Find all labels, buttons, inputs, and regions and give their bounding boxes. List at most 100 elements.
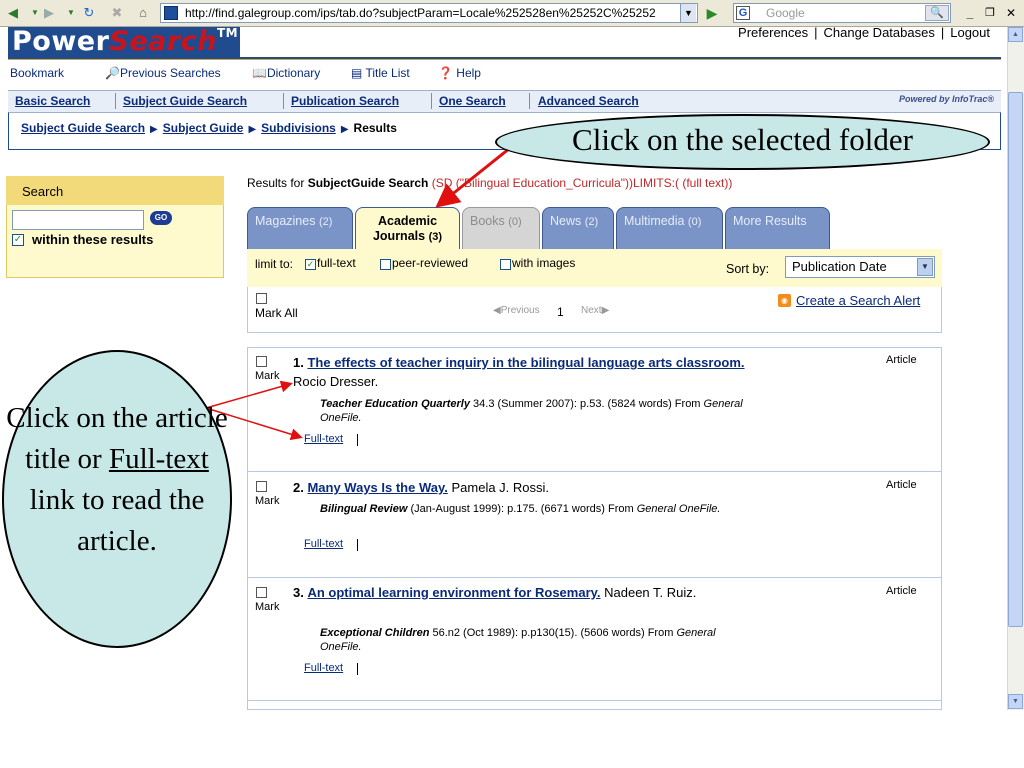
- help-link[interactable]: ❓ Help: [438, 66, 481, 80]
- minimize-icon[interactable]: _: [962, 5, 978, 21]
- row-divider: [248, 700, 941, 701]
- search-within-input[interactable]: [12, 210, 144, 230]
- with-images-checkbox[interactable]: [500, 259, 511, 270]
- magnifier-icon: 🔎: [105, 66, 120, 80]
- result-citation: Exceptional Children 56.n2 (Oct 1989): p…: [320, 627, 716, 653]
- google-search-placeholder: Google: [766, 6, 805, 20]
- result-type: Article: [886, 585, 917, 597]
- breadcrumb-subject-guide-search[interactable]: Subject Guide Search: [21, 121, 145, 135]
- bookmark-link[interactable]: Bookmark: [10, 66, 64, 80]
- close-icon[interactable]: ✕: [1003, 5, 1019, 21]
- home-icon[interactable]: ⌂: [134, 4, 152, 22]
- chevron-down-icon[interactable]: ▼: [917, 258, 933, 276]
- within-results-checkbox[interactable]: ✓: [12, 234, 24, 246]
- breadcrumb-arrow-icon: ▶: [248, 124, 257, 135]
- powered-by-infotrac: Powered by InfoTrac®: [899, 94, 994, 104]
- breadcrumb-subject-guide[interactable]: Subject Guide: [163, 121, 244, 135]
- arrow-left-icon: ◀: [493, 305, 501, 316]
- previous-searches-link[interactable]: 🔎Previous Searches: [105, 66, 221, 80]
- tab-magazines[interactable]: Magazines (2): [247, 207, 353, 249]
- link-divider: [357, 663, 358, 675]
- mark-all-label: Mark All: [255, 306, 298, 320]
- list-item: 3. An optimal learning environment for R…: [293, 585, 697, 600]
- mark-label: Mark: [255, 601, 280, 613]
- stop-icon[interactable]: ✖: [108, 4, 126, 22]
- address-dropdown-icon[interactable]: ▼: [680, 4, 696, 22]
- with-images-label: with images: [512, 256, 576, 270]
- page-number: 1: [557, 305, 564, 319]
- subject-guide-search-link[interactable]: Subject Guide Search: [123, 94, 247, 108]
- header-links: Preferences | Change Databases | Logout: [738, 25, 990, 40]
- advanced-search-link[interactable]: Advanced Search: [538, 94, 639, 108]
- book-icon: 📖: [252, 66, 267, 80]
- back-icon[interactable]: ◀: [4, 4, 22, 22]
- create-search-alert-link[interactable]: Create a Search Alert: [796, 293, 920, 308]
- article-title-link[interactable]: Many Ways Is the Way.: [307, 480, 447, 495]
- mark-checkbox[interactable]: [256, 481, 267, 492]
- tab-separator: [529, 93, 530, 109]
- scroll-down-icon[interactable]: ▼: [1008, 694, 1023, 709]
- breadcrumb-subdivisions[interactable]: Subdivisions: [261, 121, 336, 135]
- scrollbar-thumb[interactable]: [1008, 92, 1023, 627]
- basic-search-link[interactable]: Basic Search: [15, 94, 90, 108]
- results-for-line: Results for SubjectGuide Search (SD ("Bi…: [247, 176, 733, 190]
- refresh-icon[interactable]: ↻: [80, 4, 98, 22]
- within-results-label: within these results: [32, 232, 154, 247]
- full-text-checkbox[interactable]: ✓: [305, 259, 316, 270]
- row-divider: [248, 471, 941, 472]
- breadcrumb-arrow-icon: ▶: [150, 124, 158, 135]
- tab-more-results[interactable]: More Results: [725, 207, 830, 249]
- list-item: 2. Many Ways Is the Way. Pamela J. Rossi…: [293, 480, 550, 495]
- forward-dropdown-icon[interactable]: ▼: [62, 4, 80, 22]
- breadcrumb-arrow-icon: ▶: [340, 124, 349, 135]
- one-search-link[interactable]: One Search: [439, 94, 506, 108]
- link-divider: [357, 539, 358, 551]
- peer-reviewed-label: peer-reviewed: [392, 256, 469, 270]
- banner-divider-accent: [8, 59, 1001, 60]
- forward-icon[interactable]: ▶: [40, 4, 58, 22]
- tab-multimedia[interactable]: Multimedia (0): [616, 207, 723, 249]
- go-arrow-icon[interactable]: ▶: [702, 4, 722, 22]
- address-bar[interactable]: http://find.galegroup.com/ips/tab.do?sub…: [160, 3, 698, 23]
- breadcrumb-current: Results: [353, 121, 397, 135]
- mark-all-checkbox[interactable]: [256, 293, 267, 304]
- limit-to-label: limit to:: [255, 257, 294, 271]
- list-item: 1. The effects of teacher inquiry in the…: [293, 355, 745, 389]
- dictionary-link[interactable]: 📖Dictionary: [252, 66, 320, 80]
- full-text-link[interactable]: Full-text: [304, 538, 343, 550]
- google-search-button[interactable]: 🔍: [925, 5, 949, 21]
- peer-reviewed-checkbox[interactable]: [380, 259, 391, 270]
- mark-checkbox[interactable]: [256, 356, 267, 367]
- tab-separator: [431, 93, 432, 109]
- row-divider: [248, 577, 941, 578]
- full-text-label: full-text: [317, 256, 356, 270]
- scroll-up-icon[interactable]: ▲: [1008, 27, 1023, 42]
- restore-icon[interactable]: ❐: [982, 5, 998, 21]
- title-list-link[interactable]: ▤ Title List: [351, 66, 410, 80]
- callout-folder-text: Click on the selected folder: [572, 122, 913, 157]
- tab-academic-journals[interactable]: Academic Journals (3): [355, 207, 460, 251]
- tab-books: Books (0): [462, 207, 540, 249]
- sort-by-select[interactable]: Publication Date: [785, 256, 935, 278]
- mark-label: Mark: [255, 370, 280, 382]
- tab-news[interactable]: News (2): [542, 207, 614, 249]
- change-databases-link[interactable]: Change Databases: [824, 25, 935, 40]
- go-button[interactable]: GO: [150, 211, 172, 225]
- result-type: Article: [886, 354, 917, 366]
- callout-article-text: Click on the article title or Full-text …: [6, 402, 228, 557]
- publication-search-link[interactable]: Publication Search: [291, 94, 399, 108]
- preferences-link[interactable]: Preferences: [738, 25, 808, 40]
- mark-checkbox[interactable]: [256, 587, 267, 598]
- search-panel-title: Search: [22, 184, 64, 199]
- full-text-link[interactable]: Full-text: [304, 662, 343, 674]
- article-title-link[interactable]: An optimal learning environment for Rose…: [307, 585, 600, 600]
- help-icon: ❓: [438, 66, 457, 80]
- article-title-link[interactable]: The effects of teacher inquiry in the bi…: [307, 355, 744, 370]
- next-page-link: Next▶: [581, 305, 610, 316]
- google-logo-icon[interactable]: G: [736, 6, 750, 20]
- logout-link[interactable]: Logout: [950, 25, 990, 40]
- powersearch-logo: PowerSearchTM: [12, 26, 239, 57]
- rss-icon: ◉: [778, 294, 791, 307]
- site-favicon-icon: [164, 6, 178, 20]
- full-text-link[interactable]: Full-text: [304, 433, 343, 445]
